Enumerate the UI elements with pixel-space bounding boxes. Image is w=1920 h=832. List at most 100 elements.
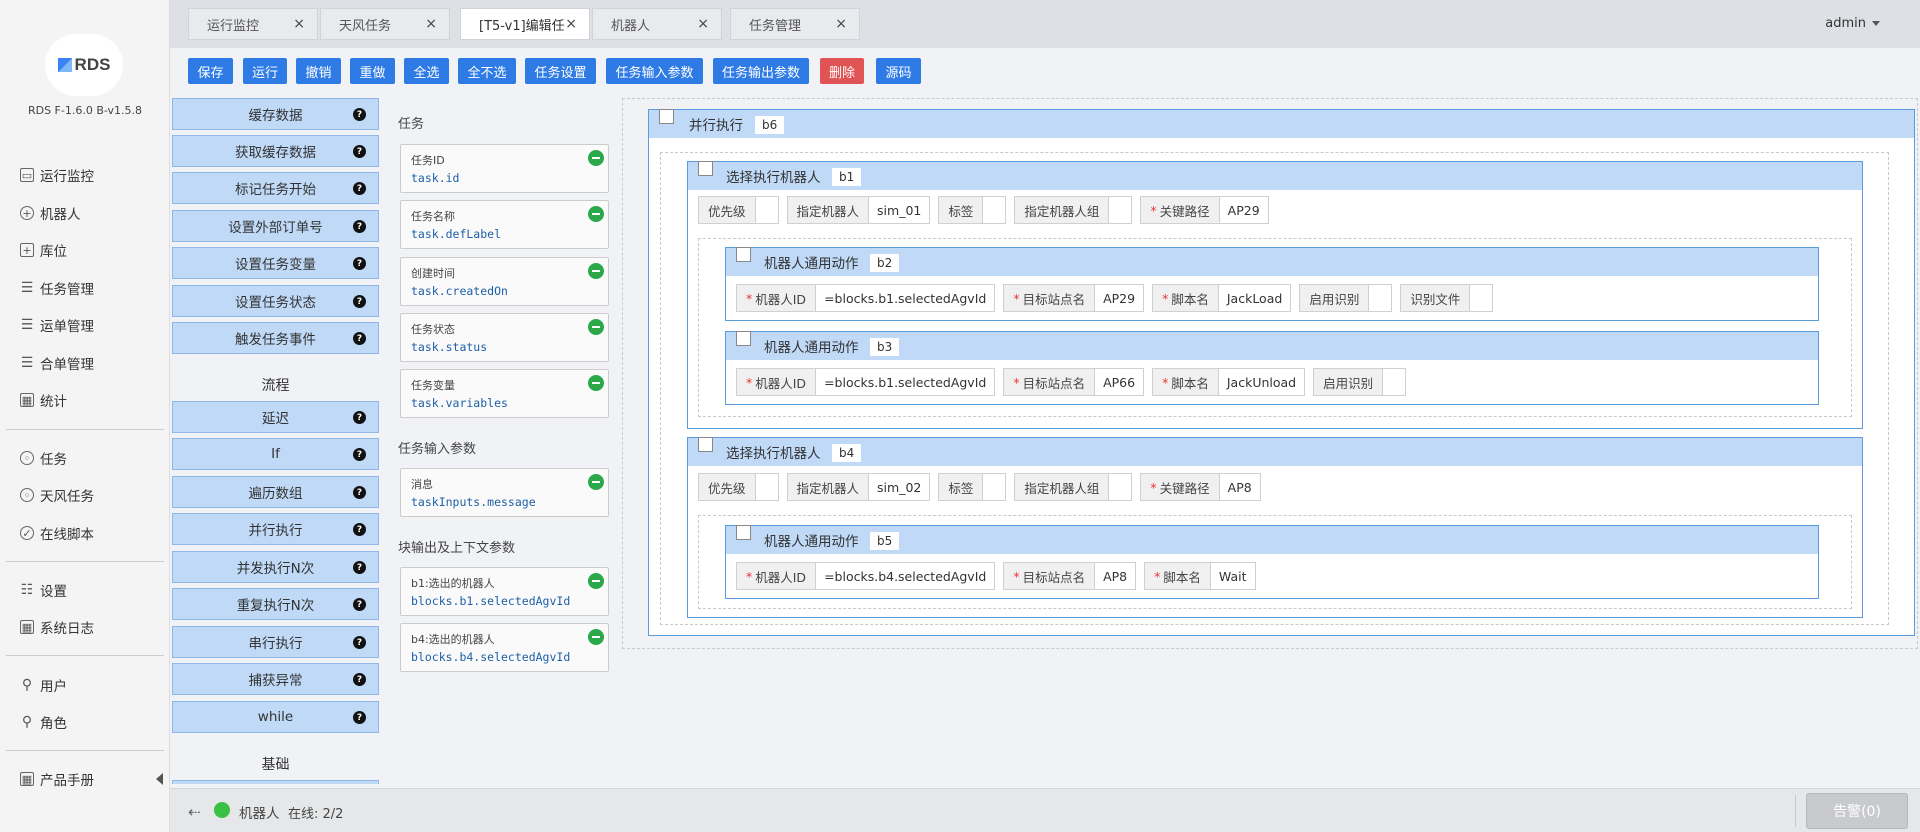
palette-item[interactable]: 缓存数据? [172, 98, 379, 130]
block-b6[interactable]: 并行执行 b6 选择执行机器人 b1 优先级 指定机器人 sim_01 标签 指定… [648, 109, 1915, 636]
palette-item[interactable]: 并发执行N次? [172, 551, 379, 583]
param-value[interactable]: JackLoad [1219, 285, 1290, 311]
tag-field[interactable]: 标签 [938, 196, 1007, 224]
close-icon[interactable]: × [697, 16, 709, 32]
target-station-field[interactable]: * 目标站点名 AP8 [1003, 562, 1137, 590]
param-value[interactable]: AP66 [1095, 369, 1143, 395]
param-value[interactable]: JackUnload [1219, 369, 1304, 395]
robot-group-field[interactable]: 指定机器人组 [1014, 196, 1133, 224]
assigned-robot-field[interactable]: 指定机器人 sim_02 [786, 473, 931, 501]
select-none-button[interactable]: 全不选 [458, 58, 516, 84]
add-icon[interactable] [588, 263, 604, 279]
variable-card[interactable]: b4:选出的机器人 blocks.b4.selectedAgvId [400, 623, 609, 672]
sidebar-item-monitor[interactable]: ▭ 运行监控 [20, 163, 94, 187]
robot-id-field[interactable]: * 机器人ID =blocks.b1.selectedAgvId [736, 284, 996, 312]
sidebar-item-tianfeng-task[interactable]: ◦ 天风任务 [20, 483, 94, 507]
variable-card[interactable]: 任务状态 task.status [400, 313, 609, 362]
param-value[interactable]: sim_02 [869, 474, 929, 500]
help-icon[interactable]: ? [353, 523, 366, 536]
sidebar-item-waybill[interactable]: ☰ 运单管理 [20, 313, 94, 337]
assigned-robot-field[interactable]: 指定机器人 sim_01 [786, 196, 931, 224]
tab-monitor[interactable]: 运行监控 × [188, 8, 318, 40]
help-icon[interactable]: ? [353, 448, 366, 461]
block-checkbox[interactable] [736, 247, 751, 262]
param-value[interactable] [983, 474, 1005, 500]
palette-item[interactable]: 遍历数组? [172, 476, 379, 508]
back-arrow-icon[interactable]: ⇠ [188, 803, 201, 821]
help-icon[interactable]: ? [353, 673, 366, 686]
add-icon[interactable] [588, 206, 604, 222]
block-checkbox[interactable] [736, 331, 751, 346]
block-checkbox[interactable] [698, 437, 713, 452]
undo-button[interactable]: 撤销 [296, 58, 341, 84]
variable-card[interactable]: b1:选出的机器人 blocks.b1.selectedAgvId [400, 567, 609, 616]
param-value[interactable]: Wait [1211, 563, 1255, 589]
redo-button[interactable]: 重做 [350, 58, 395, 84]
tab-edit-task[interactable]: [T5-v1]编辑任 × [460, 8, 590, 40]
tag-field[interactable]: 标签 [938, 473, 1007, 501]
tab-tianfeng-task[interactable]: 天风任务 × [320, 8, 450, 40]
param-value[interactable]: AP29 [1095, 285, 1143, 311]
palette-item[interactable]: 设置外部订单号? [172, 210, 379, 242]
sidebar-item-manual[interactable]: ▦ 产品手册 [20, 767, 94, 791]
sidebar-item-user[interactable]: ⚲ 用户 [20, 673, 67, 697]
add-icon[interactable] [588, 573, 604, 589]
help-icon[interactable]: ? [353, 711, 366, 724]
block-b3[interactable]: 机器人通用动作 b3 * 机器人ID =blocks.b1.selectedAgvI… [725, 331, 1819, 405]
task-output-params-button[interactable]: 任务输出参数 [713, 58, 809, 84]
target-station-field[interactable]: * 目标站点名 AP29 [1003, 284, 1145, 312]
help-icon[interactable]: ? [353, 561, 366, 574]
alarm-button[interactable]: 告警(0) [1806, 793, 1908, 829]
palette-item[interactable]: 触发任务事件? [172, 322, 379, 354]
task-settings-button[interactable]: 任务设置 [525, 58, 596, 84]
block-b2[interactable]: 机器人通用动作 b2 * 机器人ID =blocks.b1.selectedAgvI… [725, 247, 1819, 321]
block-b5[interactable]: 机器人通用动作 b5 * 机器人ID =blocks.b4.selectedAgvI… [725, 525, 1819, 599]
sidebar-item-settings[interactable]: ☷ 设置 [20, 578, 67, 602]
add-icon[interactable] [588, 474, 604, 490]
palette-item[interactable]: 标记任务开始? [172, 172, 379, 204]
sidebar-item-storage[interactable]: + 库位 [20, 238, 67, 262]
close-icon[interactable]: × [565, 16, 577, 32]
close-icon[interactable]: × [293, 16, 305, 32]
param-value[interactable]: AP8 [1220, 474, 1260, 500]
param-value[interactable] [1470, 285, 1492, 311]
palette-item[interactable] [172, 780, 379, 784]
palette-item[interactable]: 捕获异常? [172, 663, 379, 695]
param-value[interactable]: sim_01 [869, 197, 929, 223]
palette-item[interactable]: 设置任务状态? [172, 285, 379, 317]
help-icon[interactable]: ? [353, 220, 366, 233]
palette-item[interactable]: 延迟? [172, 401, 379, 433]
help-icon[interactable]: ? [353, 295, 366, 308]
help-icon[interactable]: ? [353, 486, 366, 499]
collapse-sidebar-icon[interactable] [156, 773, 163, 785]
enable-recognition-field[interactable]: 启用识别 [1313, 368, 1407, 396]
param-value[interactable] [756, 474, 778, 500]
robot-id-field[interactable]: * 机器人ID =blocks.b1.selectedAgvId [736, 368, 996, 396]
user-menu[interactable]: admin [1825, 16, 1880, 31]
close-icon[interactable]: × [425, 16, 437, 32]
variable-card[interactable]: 消息 taskInputs.message [400, 468, 609, 517]
variable-card[interactable]: 创建时间 task.createdOn [400, 257, 609, 306]
add-icon[interactable] [588, 629, 604, 645]
script-name-field[interactable]: * 脚本名 JackLoad [1152, 284, 1292, 312]
close-icon[interactable]: × [835, 16, 847, 32]
variable-card[interactable]: 任务名称 task.defLabel [400, 200, 609, 249]
palette-item[interactable]: If? [172, 438, 379, 470]
robot-group-field[interactable]: 指定机器人组 [1014, 473, 1133, 501]
sidebar-item-stats[interactable]: ▦ 统计 [20, 388, 67, 412]
source-code-button[interactable]: 源码 [876, 58, 921, 84]
sidebar-item-merge[interactable]: ☰ 合单管理 [20, 351, 94, 375]
sidebar-item-task[interactable]: ◦ 任务 [20, 446, 67, 470]
tab-task-manage[interactable]: 任务管理 × [730, 8, 860, 40]
palette-item[interactable]: 重复执行N次? [172, 588, 379, 620]
sidebar-item-role[interactable]: ⚲ 角色 [20, 710, 67, 734]
block-checkbox[interactable] [698, 161, 713, 176]
help-icon[interactable]: ? [353, 257, 366, 270]
param-value[interactable]: =blocks.b1.selectedAgvId [816, 285, 994, 311]
key-route-field[interactable]: * 关键路径 AP8 [1140, 473, 1261, 501]
priority-field[interactable]: 优先级 [698, 196, 779, 224]
help-icon[interactable]: ? [353, 636, 366, 649]
palette-item[interactable]: 获取缓存数据? [172, 135, 379, 167]
key-route-field[interactable]: * 关键路径 AP29 [1140, 196, 1269, 224]
script-name-field[interactable]: * 脚本名 Wait [1144, 562, 1256, 590]
